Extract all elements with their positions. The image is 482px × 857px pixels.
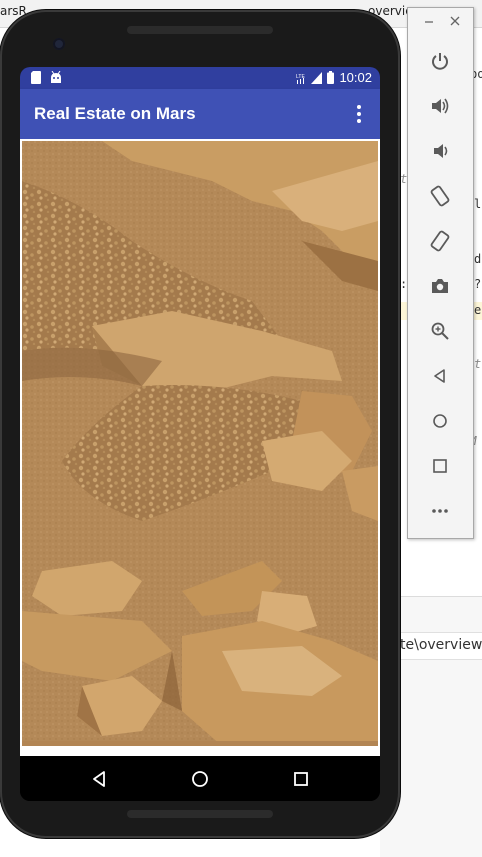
speaker-grille <box>127 26 273 34</box>
volume-up-icon <box>432 98 449 114</box>
zoom-button[interactable] <box>427 318 453 344</box>
more-button[interactable] <box>427 498 453 524</box>
ide-code-fragment: ? <box>474 277 482 291</box>
overview-icon <box>433 459 447 473</box>
sd-card-icon <box>31 71 41 84</box>
screenshot-button[interactable] <box>427 273 453 299</box>
more-icon <box>432 509 448 513</box>
app-bar: Real Estate on Mars <box>20 89 380 139</box>
ide-path-text: te\overview <box>400 637 482 653</box>
back-icon[interactable] <box>88 768 110 790</box>
ide-code-fragment: d <box>474 252 482 266</box>
back-icon <box>434 369 445 383</box>
app-title: Real Estate on Mars <box>34 104 196 123</box>
speaker-grille <box>127 810 273 818</box>
phone-frame: LTE 10:02 Real Estate on Mars <box>0 10 400 838</box>
volume-up-button[interactable] <box>427 93 453 119</box>
close-icon[interactable] <box>448 14 462 28</box>
ide-code-fragment: t <box>474 357 482 371</box>
emulator-home-button[interactable] <box>427 408 453 434</box>
rotate-left-button[interactable] <box>427 183 453 209</box>
signal-icon <box>311 71 323 84</box>
minimize-icon[interactable] <box>422 14 436 28</box>
navigation-bar <box>20 756 380 801</box>
power-icon <box>432 53 448 70</box>
zoom-icon <box>431 322 449 340</box>
mars-surface-image <box>22 141 378 746</box>
emulator-overview-button[interactable] <box>427 453 453 479</box>
lte-icon: LTE <box>296 74 306 84</box>
volume-down-button[interactable] <box>427 138 453 164</box>
camera-icon <box>432 279 448 293</box>
rotate-right-button[interactable] <box>427 228 453 254</box>
ide-code-fragment: le <box>474 197 482 211</box>
status-bar: LTE 10:02 <box>20 67 380 89</box>
emulator-window-controls <box>408 8 473 34</box>
overflow-menu-icon[interactable] <box>346 100 372 128</box>
volume-down-icon <box>434 144 448 158</box>
rotate-right-icon <box>430 230 450 252</box>
content-area <box>20 139 380 756</box>
power-button[interactable] <box>427 48 453 74</box>
home-icon <box>433 414 447 428</box>
phone-screen: LTE 10:02 Real Estate on Mars <box>20 67 380 801</box>
battery-icon <box>327 71 335 84</box>
status-time: 10:02 <box>339 70 372 85</box>
rotate-left-icon <box>430 185 450 207</box>
front-camera <box>53 38 65 50</box>
emulator-back-button[interactable] <box>427 363 453 389</box>
recents-icon[interactable] <box>290 768 312 790</box>
ide-code-fragment: e <box>474 303 482 317</box>
emulator-toolbar <box>407 7 474 539</box>
home-icon[interactable] <box>189 768 211 790</box>
desktop: arsR overvie bo t i le d : ? e t yM te\o… <box>0 0 482 857</box>
mars-property-photo[interactable] <box>22 141 378 746</box>
android-icon <box>51 71 61 83</box>
